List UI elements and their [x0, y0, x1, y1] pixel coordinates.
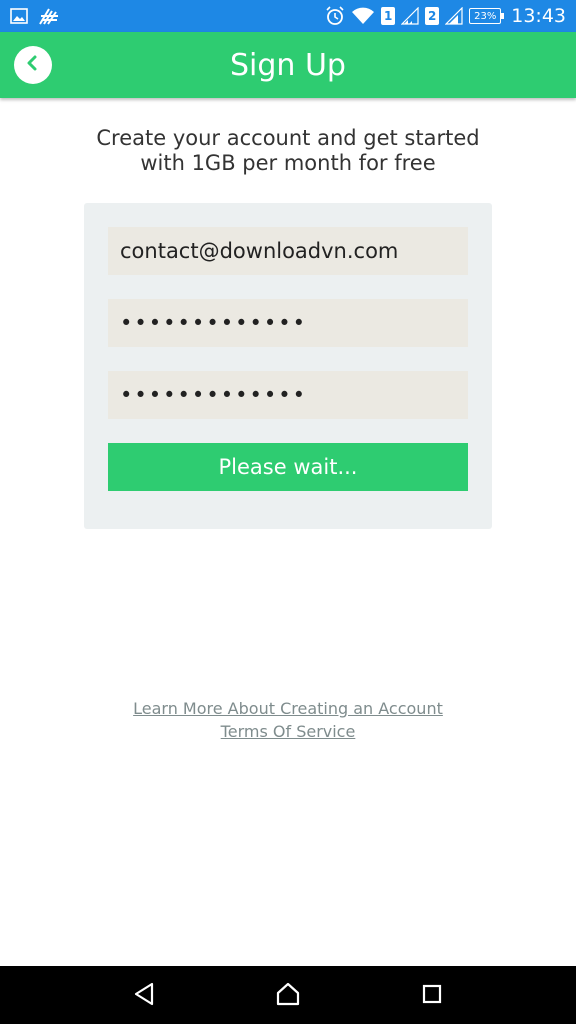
system-nav-bar: [0, 966, 576, 1024]
status-bar: 1 2 23% 13:43: [0, 0, 576, 32]
nav-back-button[interactable]: [131, 982, 157, 1010]
battery-indicator: 23%: [469, 8, 505, 24]
terms-link[interactable]: Terms Of Service: [221, 720, 356, 743]
gallery-icon: [10, 8, 28, 24]
intro-line-1: Create your account and get started: [96, 126, 480, 150]
app-notification-icon: [38, 6, 60, 26]
submit-button[interactable]: Please wait...: [108, 443, 468, 491]
nav-back-icon: [133, 982, 155, 1010]
signal-icon: [445, 7, 463, 25]
app-bar: Sign Up: [0, 32, 576, 98]
nav-recents-icon: [421, 983, 443, 1009]
confirm-password-field[interactable]: [108, 371, 468, 419]
sim1-badge: 1: [381, 7, 396, 25]
signal-icon: [401, 7, 419, 25]
nav-home-icon: [275, 982, 301, 1010]
intro-line-2: with 1GB per month for free: [140, 151, 436, 175]
email-field[interactable]: [108, 227, 468, 275]
wifi-icon: [351, 7, 375, 25]
info-links: Learn More About Creating an Account Ter…: [0, 697, 576, 743]
sim2-badge: 2: [425, 7, 440, 25]
alarm-icon: [325, 6, 345, 26]
learn-more-link[interactable]: Learn More About Creating an Account: [133, 697, 443, 720]
status-bar-right: 1 2 23% 13:43: [325, 4, 566, 28]
intro-text: Create your account and get started with…: [60, 126, 516, 176]
page-title: Sign Up: [230, 48, 346, 83]
status-bar-left: [10, 5, 60, 27]
nav-home-button[interactable]: [275, 982, 301, 1010]
nav-recents-button[interactable]: [419, 983, 445, 1009]
password-field[interactable]: [108, 299, 468, 347]
signup-form: Please wait...: [84, 203, 492, 529]
status-time: 13:43: [511, 5, 566, 27]
